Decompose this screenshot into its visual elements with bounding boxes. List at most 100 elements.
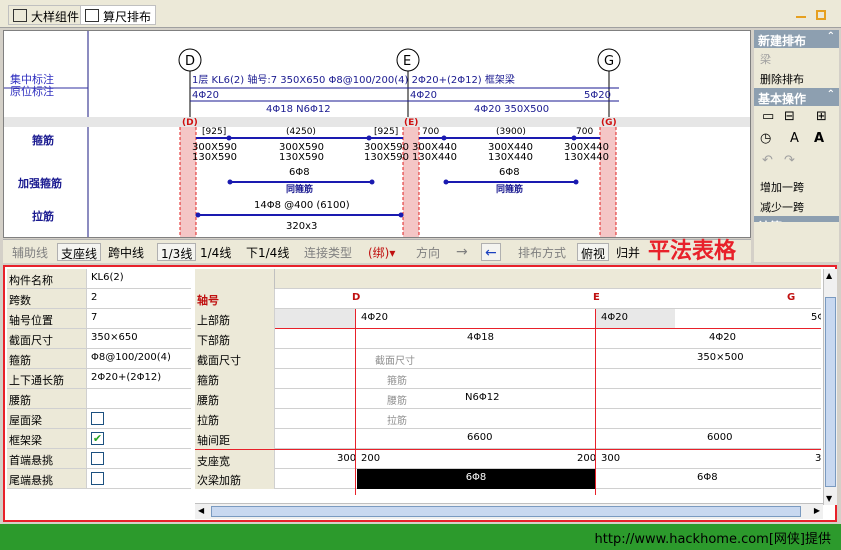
span-table: 轴号 D E G 上部筋 4Φ20 4Φ20 5Φ 下部筋 4Φ18 4Φ20 … (195, 269, 821, 495)
status-text: http://www.hackhome.com[网侠]提供 (594, 532, 831, 547)
axis-e: E (403, 54, 411, 69)
label-concentrated: 集中标注 (10, 72, 54, 86)
svg-text:4Φ20: 4Φ20 (410, 90, 437, 101)
hscroll-thumb[interactable] (211, 506, 801, 517)
midspan-line-button[interactable]: 跨中线 (105, 243, 147, 261)
page-title: 平法表格 (648, 239, 737, 264)
scroll-left-icon[interactable]: ◀ (198, 506, 204, 515)
prop-row: 轴号位置 7 (7, 309, 191, 329)
arrow-right-icon[interactable]: → (453, 243, 471, 261)
head-cantilever-checkbox[interactable] (91, 452, 104, 465)
quarter-line-button[interactable]: 1/4线 (197, 243, 234, 261)
svg-text:箍筋: 箍筋 (32, 133, 54, 147)
prop-row: 腰筋 (7, 389, 191, 409)
undo-icon[interactable]: ↶ (762, 153, 773, 168)
connection-type-label: 连接类型 (304, 246, 353, 260)
svg-text:4Φ18 N6Φ12: 4Φ18 N6Φ12 (266, 104, 331, 115)
horizontal-scrollbar[interactable]: ◀ ▶ (195, 503, 823, 519)
support-line-button[interactable]: 支座线 (57, 243, 102, 261)
restore-icon[interactable] (816, 10, 826, 20)
ruler-icon (85, 9, 99, 22)
svg-text:4Φ20: 4Φ20 (192, 90, 219, 101)
svg-text:6Φ8: 6Φ8 (289, 167, 310, 178)
font-up-icon[interactable]: A (814, 131, 824, 146)
prop-row: 跨数 2 (7, 289, 191, 309)
svg-text:700: 700 (422, 127, 439, 137)
section-calc[interactable]: 计算 (754, 216, 839, 222)
toolbar: 辅助线 支座线 跨中线 1/3线 1/4线 下1/4线 连接类型 (绑)▾ 方向… (3, 239, 751, 263)
connection-type-select[interactable]: (绑)▾ (365, 243, 398, 261)
chevron-up-icon[interactable]: ⌃ (827, 31, 835, 42)
tail-cantilever-checkbox[interactable] (91, 472, 104, 485)
tab-ruler-layout[interactable]: 算尺排布 (80, 5, 157, 25)
minimize-icon[interactable] (796, 16, 806, 20)
split-icon[interactable]: ⊟ (784, 109, 795, 124)
delete-layout-button[interactable]: 删除排布 (754, 68, 839, 88)
axis-g: G (604, 54, 614, 69)
svg-text:(3900): (3900) (496, 127, 526, 137)
window-icon[interactable]: ▭ (762, 109, 774, 124)
table-row: 轴间距 6600 6000 (195, 429, 821, 449)
svg-text:同箍筋: 同箍筋 (496, 183, 523, 195)
label-inplace: 原位标注 (10, 84, 54, 98)
scroll-up-icon[interactable]: ▲ (826, 271, 832, 280)
arrow-left-icon[interactable]: ← (481, 243, 501, 261)
status-bar: http://www.hackhome.com[网侠]提供 (0, 524, 841, 550)
prop-row: 构件名称 KL6(2) (7, 269, 191, 289)
svg-text:130X440: 130X440 (412, 152, 457, 163)
redo-icon[interactable]: ↷ (784, 153, 795, 168)
drawing-canvas[interactable]: 集中标注 原位标注 D E G 1层 KL6(2) 轴号:7 350X650 Φ… (3, 30, 751, 238)
vertical-scrollbar[interactable]: ▲ ▼ (823, 269, 837, 505)
table-row: 下部筋 4Φ18 4Φ20 (195, 329, 821, 349)
prop-row: 屋面梁 (7, 409, 191, 429)
table-row: 轴号 D E G (195, 289, 821, 309)
roof-beam-checkbox[interactable] (91, 412, 104, 425)
tab-detail-component[interactable]: 大样组件 (8, 5, 85, 25)
grid-icon[interactable]: ⊞ (816, 109, 827, 124)
section-basic-ops[interactable]: 基本操作 ⌃ (754, 88, 839, 106)
top-view-button[interactable]: 俯视 (577, 243, 610, 261)
prop-row: 尾端悬挑 (7, 469, 191, 489)
svg-text:14Φ8 @400 (6100): 14Φ8 @400 (6100) (254, 200, 350, 211)
merge-button[interactable]: 归并 (613, 243, 643, 261)
flat-table-panel: 构件名称 KL6(2) 跨数 2 轴号位置 7 截面尺寸 350×650 箍筋 Φ8@10… (3, 265, 837, 522)
prop-row: 框架梁 ✔ (7, 429, 191, 449)
axis-d: D (185, 54, 195, 69)
svg-text:(4250): (4250) (286, 127, 316, 137)
zoom-icon[interactable]: ◷ (760, 131, 771, 146)
beam-item[interactable]: 梁 (754, 48, 839, 68)
svg-text:130X440: 130X440 (488, 152, 533, 163)
tab-bar: 大样组件 算尺排布 (0, 0, 841, 28)
prop-row: 箍筋 Φ8@100/200(4) (7, 349, 191, 369)
section-new-layout[interactable]: 新建排布 ⌃ (754, 30, 839, 48)
font-down-icon[interactable]: A (790, 131, 799, 146)
svg-text:加强箍筋: 加强箍筋 (17, 176, 62, 190)
scroll-thumb[interactable] (825, 297, 836, 487)
aux-line-button[interactable]: 辅助线 (9, 243, 51, 261)
remove-span-button[interactable]: 减少一跨 (754, 196, 839, 216)
table-row: 截面尺寸 截面尺寸 350×500 (195, 349, 821, 369)
property-table: 构件名称 KL6(2) 跨数 2 轴号位置 7 截面尺寸 350×650 箍筋 Φ8@10… (7, 269, 191, 489)
svg-text:130X590: 130X590 (364, 152, 409, 163)
svg-text:拉筋: 拉筋 (32, 209, 54, 223)
svg-text:5Φ20: 5Φ20 (584, 90, 611, 101)
table-row: 拉筋 拉筋 (195, 409, 821, 429)
dropdown-icon: ▾ (389, 246, 396, 260)
svg-text:(G): (G) (601, 118, 617, 128)
table-row: 上部筋 4Φ20 4Φ20 5Φ (195, 309, 821, 329)
table-row: 箍筋 箍筋 (195, 369, 821, 389)
lower-quarter-button[interactable]: 下1/4线 (243, 243, 292, 261)
svg-text:同箍筋: 同箍筋 (286, 183, 313, 195)
frame-beam-checkbox[interactable]: ✔ (91, 432, 104, 445)
table-header-row (195, 269, 821, 289)
third-line-button[interactable]: 1/3线 (157, 243, 197, 261)
chevron-up-icon[interactable]: ⌃ (827, 89, 835, 100)
svg-text:6Φ8: 6Φ8 (499, 167, 520, 178)
beam-note: 1层 KL6(2) 轴号:7 350X650 Φ8@100/200(4) 2Φ2… (192, 73, 515, 86)
svg-text:[925]: [925] (202, 127, 226, 137)
add-span-button[interactable]: 增加一跨 (754, 176, 839, 196)
table-row: 支座宽 300 200 200 300 3 (195, 449, 821, 470)
scroll-down-icon[interactable]: ▼ (826, 494, 832, 503)
scroll-right-icon[interactable]: ▶ (814, 506, 820, 515)
svg-text:(E): (E) (404, 118, 418, 128)
